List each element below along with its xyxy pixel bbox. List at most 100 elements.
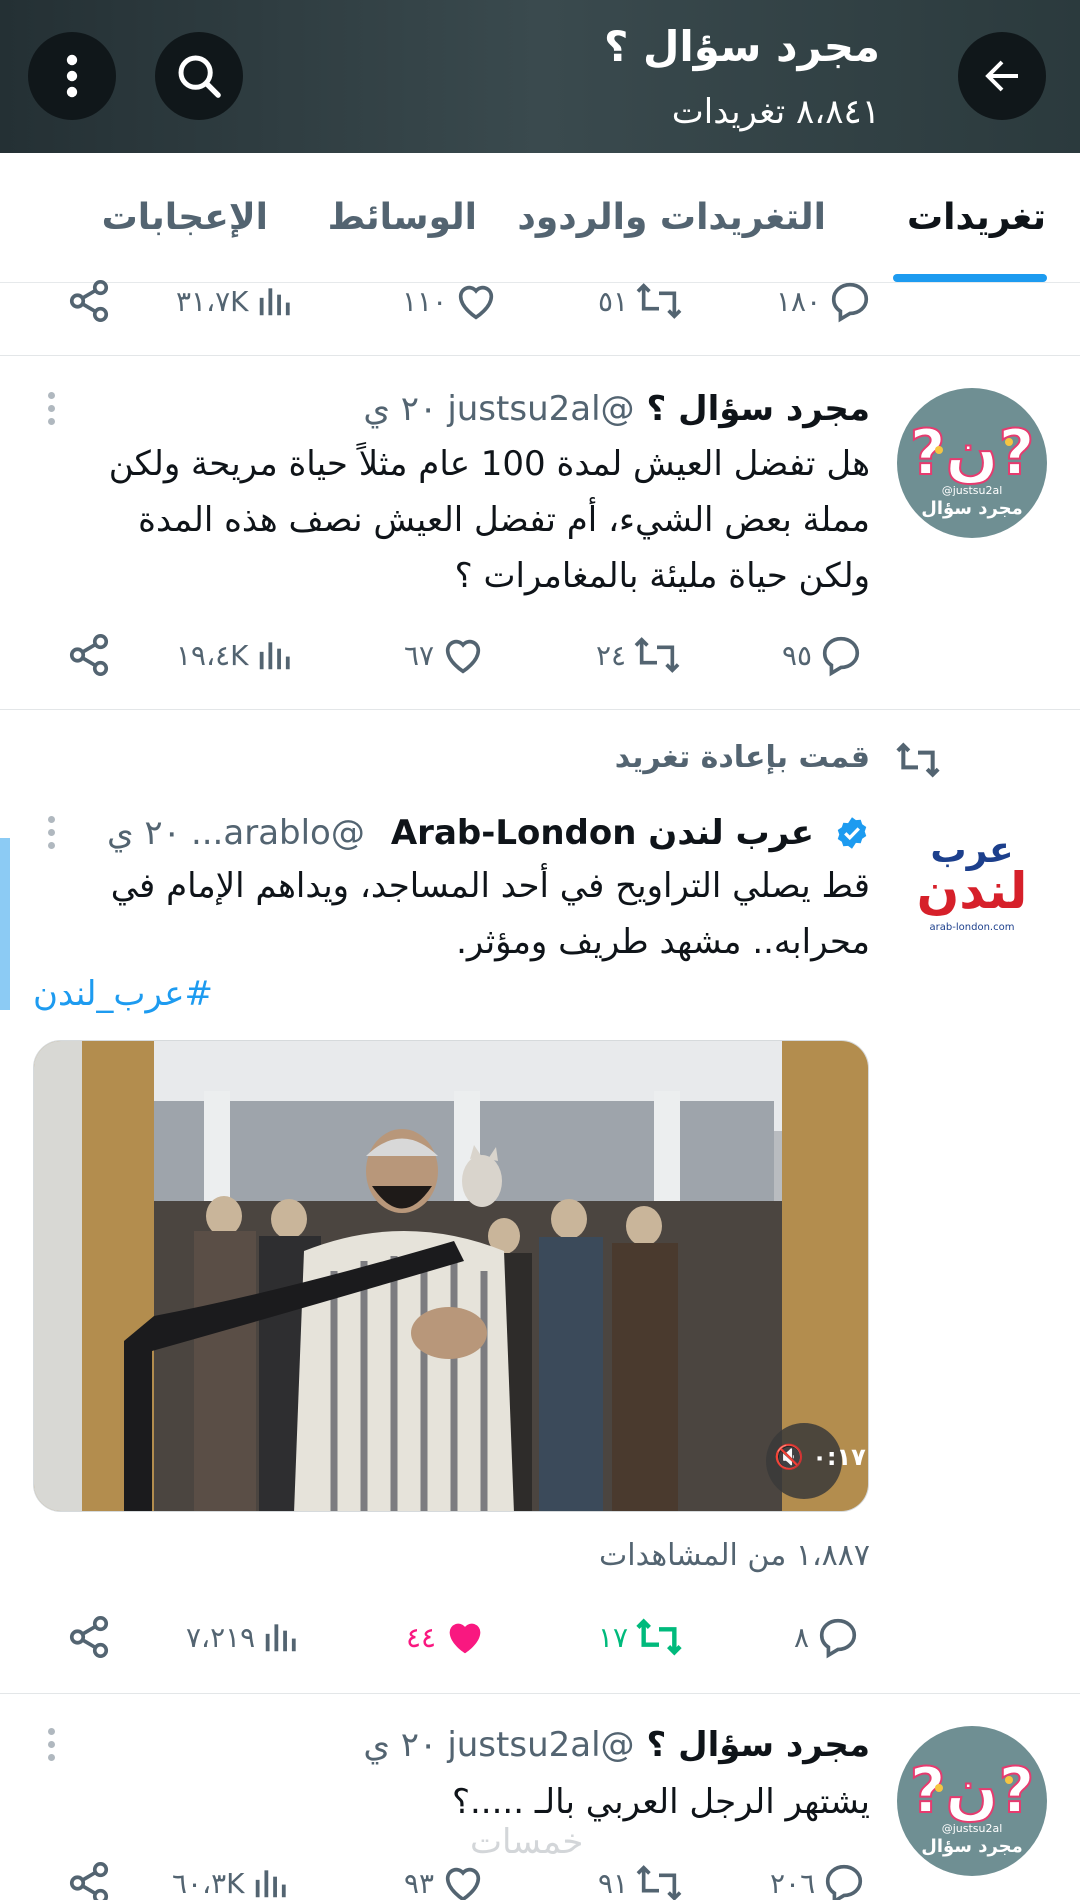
- like-button[interactable]: ١١٠: [402, 276, 499, 326]
- retweet-button[interactable]: ٩١: [598, 1858, 684, 1900]
- author-name[interactable]: مجرد سؤال ؟: [647, 1725, 870, 1765]
- hashtag-link[interactable]: #عرب_لندن: [33, 974, 213, 1014]
- retweets-count: ٢٤: [596, 638, 627, 672]
- views-summary: ١،٨٨٧ من المشاهدات: [599, 1538, 870, 1573]
- avatar-handle: @justsu2al: [941, 1822, 1003, 1835]
- search-button[interactable]: [155, 32, 243, 120]
- mosque-video-thumbnail: [34, 1041, 868, 1511]
- author-handle: @justsu2al: [447, 1725, 635, 1765]
- tweet-author-line: عرب لندن Arab-London @arablo... ٢٠ ي: [107, 808, 870, 858]
- share-button[interactable]: [66, 1612, 112, 1662]
- retweet-icon: [634, 637, 680, 673]
- like-button[interactable]: ٤٤: [406, 1612, 488, 1662]
- avatar-label: مجرد سؤال: [921, 498, 1023, 519]
- video-player[interactable]: 🔇 ٠:١٧: [33, 1040, 869, 1512]
- tweet-time: ٢٠ ي: [363, 1725, 438, 1765]
- like-button[interactable]: ٦٧: [404, 630, 486, 680]
- reply-icon: [822, 636, 860, 677]
- tweet-time: ٢٠ ي: [106, 813, 181, 853]
- duration-text: ٠:١٧: [812, 1443, 866, 1471]
- retweet-button[interactable]: ٥١: [598, 276, 684, 326]
- retweets-count: ١٧: [598, 1620, 629, 1654]
- tweet-menu-button[interactable]: [48, 816, 58, 855]
- tweet-text: يشتهر الرجل العربي بالـ .....؟: [451, 1782, 870, 1822]
- share-icon: [69, 280, 109, 322]
- heart-icon: [458, 285, 494, 320]
- like-button[interactable]: ٩٣: [404, 1858, 486, 1900]
- more-options-button[interactable]: [28, 32, 116, 120]
- tab-media[interactable]: الوسائط: [328, 197, 477, 238]
- avatar-label: مجرد سؤال: [921, 1836, 1023, 1857]
- avatar[interactable]: عرب لندن arab-london.com: [897, 822, 1047, 972]
- reply-button[interactable]: ١٨٠: [776, 276, 873, 326]
- divider: [0, 709, 1080, 710]
- share-icon: [69, 1862, 109, 1900]
- likes-count: ١١٠: [402, 284, 448, 318]
- views-count: ٧،٢١٩: [186, 1620, 256, 1654]
- tab-tweets[interactable]: تغريدات: [907, 197, 1046, 238]
- replies-count: ١٨٠: [776, 284, 822, 318]
- share-icon: [69, 1616, 109, 1658]
- likes-count: ٦٧: [404, 638, 435, 672]
- retweet-button[interactable]: ٢٤: [596, 630, 682, 680]
- heart-icon: [445, 1867, 481, 1900]
- reply-icon: [826, 1864, 863, 1900]
- bar-chart-icon: [259, 288, 290, 316]
- retweets-count: ٩١: [598, 1866, 629, 1900]
- profile-tabs: تغريدات التغريدات والردود الوسائط الإعجا…: [0, 153, 1080, 283]
- retweet-icon: [636, 1865, 682, 1900]
- reply-icon: [819, 1618, 857, 1659]
- share-button[interactable]: [66, 1858, 112, 1900]
- author-handle: @arablo...: [190, 813, 365, 853]
- bar-chart-icon: [265, 1624, 296, 1652]
- arrow-left-icon: [985, 60, 1018, 92]
- avatar-handle: @justsu2al: [941, 484, 1003, 497]
- share-button[interactable]: [66, 630, 112, 680]
- share-icon: [69, 634, 109, 676]
- retweet-button[interactable]: ١٧: [598, 1612, 684, 1662]
- views-count: ٦٠،٣K: [172, 1866, 245, 1900]
- tweet-menu-button[interactable]: [48, 392, 58, 431]
- back-button[interactable]: [958, 32, 1046, 120]
- views-button[interactable]: ١٩،٤K: [176, 630, 293, 680]
- tweet-time: ٢٠ ي: [363, 389, 438, 429]
- verified-badge-icon: [837, 817, 867, 849]
- active-tab-indicator: [893, 274, 1047, 282]
- tweet-author-line: مجرد سؤال ؟ @justsu2al ٢٠ ي: [363, 384, 870, 434]
- replies-count: ٩٥: [782, 638, 813, 672]
- heart-filled-icon: [449, 1623, 481, 1654]
- avatar[interactable]: ?ن? @justsu2al مجرد سؤال: [897, 1726, 1047, 1876]
- bar-chart-icon: [259, 642, 290, 670]
- tab-tweets-replies[interactable]: التغريدات والردود: [517, 197, 826, 238]
- author-name[interactable]: عرب لندن Arab-London: [391, 813, 814, 853]
- author-handle: @justsu2al: [447, 389, 635, 429]
- views-count: ٣١،٧K: [176, 284, 249, 318]
- divider: [0, 355, 1080, 356]
- tweet-text: قط يصلي التراويح في أحد المساجد، ويداهم …: [110, 866, 870, 962]
- svg-text:?ن?: ?ن?: [910, 416, 1035, 489]
- svg-text:?ن?: ?ن?: [910, 1754, 1035, 1827]
- watermark: خمسات: [470, 1822, 584, 1862]
- retweeted-label: قمت بإعادة تغريد: [614, 740, 870, 775]
- speaker-muted-icon[interactable]: 🔇: [774, 1443, 804, 1471]
- views-button[interactable]: ٣١،٧K: [176, 276, 293, 326]
- reply-button[interactable]: ٢٠٦: [770, 1858, 867, 1900]
- profile-header: مجرد سؤال ؟ ٨،٨٤١ تغريدات: [0, 0, 1080, 153]
- views-button[interactable]: ٧،٢١٩: [186, 1612, 299, 1662]
- tab-likes[interactable]: الإعجابات: [102, 197, 268, 238]
- views-button[interactable]: ٦٠،٣K: [172, 1858, 289, 1900]
- likes-count: ٩٣: [404, 1866, 435, 1900]
- avatar-logo-main: لندن: [916, 862, 1028, 920]
- tweet-count: ٨،٨٤١ تغريدات: [671, 92, 880, 132]
- page-title: مجرد سؤال ؟: [603, 22, 880, 71]
- reply-button[interactable]: ٩٥: [782, 630, 864, 680]
- replies-count: ٨: [794, 1620, 810, 1654]
- share-button[interactable]: [66, 276, 112, 326]
- tweet-menu-button[interactable]: [48, 1728, 58, 1767]
- reply-button[interactable]: ٨: [794, 1612, 861, 1662]
- likes-count: ٤٤: [406, 1620, 437, 1654]
- retweet-icon: [636, 283, 682, 319]
- divider: [0, 1693, 1080, 1694]
- avatar[interactable]: ?ن? @justsu2al مجرد سؤال: [897, 388, 1047, 538]
- author-name[interactable]: مجرد سؤال ؟: [647, 389, 870, 429]
